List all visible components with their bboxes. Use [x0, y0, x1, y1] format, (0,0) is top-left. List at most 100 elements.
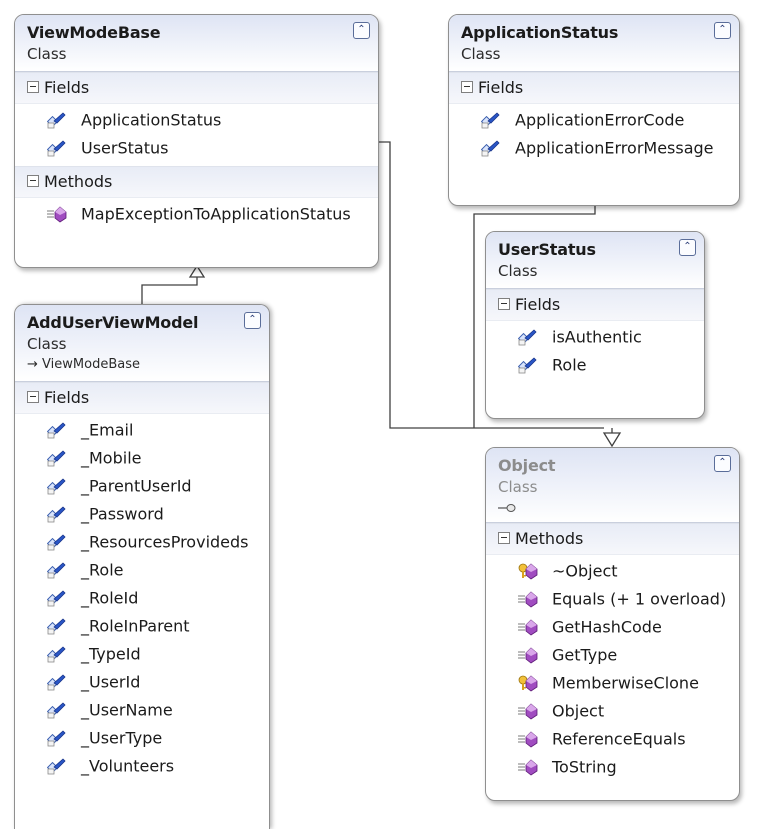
collapse-section-icon[interactable]: [27, 174, 39, 187]
member-name: MapExceptionToApplicationStatus: [81, 204, 351, 224]
section-header-fields[interactable]: Fields: [15, 382, 269, 414]
section-title: Fields: [515, 295, 561, 314]
member-item[interactable]: _Role: [15, 556, 269, 584]
collapse-button[interactable]: ⌃: [714, 455, 731, 472]
method-icon: [518, 729, 538, 747]
connector-adduser-inheritance: [141, 277, 198, 304]
member-item[interactable]: _ResourcesProvideds: [15, 528, 269, 556]
class-header: ApplicationStatus Class ⌃: [449, 15, 739, 72]
member-item[interactable]: _RoleId: [15, 584, 269, 612]
field-icon: [46, 448, 67, 466]
base-class-row: → ViewModeBase: [27, 355, 259, 375]
member-name: _Mobile: [81, 448, 142, 468]
member-item[interactable]: MapExceptionToApplicationStatus: [15, 200, 378, 228]
member-item[interactable]: GetHashCode: [486, 613, 739, 641]
member-item[interactable]: Equals (+ 1 overload): [486, 585, 739, 613]
collapse-section-icon[interactable]: [498, 531, 510, 544]
member-item[interactable]: Object: [486, 697, 739, 725]
member-list: ApplicationErrorCode ApplicationErrorMes…: [449, 104, 739, 166]
member-item[interactable]: _TypeId: [15, 640, 269, 668]
class-name: UserStatus: [498, 240, 596, 259]
method-icon: [47, 204, 67, 222]
member-item[interactable]: ApplicationErrorMessage: [449, 134, 739, 162]
field-icon: [46, 644, 67, 662]
member-name: Equals (+ 1 overload): [552, 589, 727, 609]
member-item[interactable]: UserStatus: [15, 134, 378, 162]
member-name: _TypeId: [81, 644, 141, 664]
member-item[interactable]: _UserId: [15, 668, 269, 696]
member-name: ApplicationErrorCode: [515, 110, 685, 130]
member-name: Role: [552, 355, 587, 375]
class-box-applicationstatus[interactable]: ApplicationStatus Class ⌃ Fields Applica…: [448, 14, 740, 206]
collapse-button[interactable]: ⌃: [679, 239, 696, 256]
class-box-object[interactable]: Object Class ⌃ Methods ~Object Equals (+ …: [485, 447, 740, 801]
collapse-button[interactable]: ⌃: [353, 22, 370, 39]
field-icon: [480, 110, 501, 128]
member-name: GetType: [552, 645, 618, 665]
member-list: isAuthentic Role: [486, 321, 704, 383]
member-item[interactable]: ToString: [486, 753, 739, 781]
section-header-methods[interactable]: Methods: [15, 166, 378, 198]
method-icon: [518, 757, 538, 775]
member-item[interactable]: ReferenceEquals: [486, 725, 739, 753]
member-item[interactable]: _RoleInParent: [15, 612, 269, 640]
member-item[interactable]: GetType: [486, 641, 739, 669]
field-icon: [46, 560, 67, 578]
member-name: _ResourcesProvideds: [81, 532, 249, 552]
method-icon: [518, 589, 538, 607]
class-header: ViewModeBase Class ⌃: [15, 15, 378, 72]
section-header-fields[interactable]: Fields: [449, 72, 739, 104]
field-icon: [517, 355, 538, 373]
protected-method-icon: [518, 673, 538, 691]
member-item[interactable]: _Email: [15, 416, 269, 444]
collapse-button[interactable]: ⌃: [244, 312, 261, 329]
member-item[interactable]: _UserType: [15, 724, 269, 752]
class-header: AddUserViewModel Class → ViewModeBase ⌃: [15, 305, 269, 382]
collapse-section-icon[interactable]: [461, 80, 473, 93]
member-name: isAuthentic: [552, 327, 642, 347]
class-name: ViewModeBase: [27, 23, 161, 42]
member-list: ApplicationStatus UserStatus: [15, 104, 378, 166]
class-box-viewmodebase[interactable]: ViewModeBase Class ⌃ Fields ApplicationS…: [14, 14, 379, 268]
member-name: ToString: [552, 757, 617, 777]
class-box-adduserviewmodel[interactable]: AddUserViewModel Class → ViewModeBase ⌃ …: [14, 304, 270, 829]
collapse-section-icon[interactable]: [498, 297, 510, 310]
field-icon: [46, 110, 67, 128]
collapse-section-icon[interactable]: [27, 80, 39, 93]
member-item[interactable]: ~Object: [486, 557, 739, 585]
member-item[interactable]: _ParentUserId: [15, 472, 269, 500]
member-item[interactable]: _Mobile: [15, 444, 269, 472]
field-icon: [46, 700, 67, 718]
section-header-methods[interactable]: Methods: [486, 523, 739, 555]
member-item[interactable]: ApplicationErrorCode: [449, 106, 739, 134]
member-name: _Email: [81, 420, 134, 440]
member-item[interactable]: _UserName: [15, 696, 269, 724]
class-box-userstatus[interactable]: UserStatus Class ⌃ Fields isAuthentic Ro…: [485, 231, 705, 419]
class-name: ApplicationStatus: [461, 23, 619, 42]
collapse-section-icon[interactable]: [27, 390, 39, 403]
field-icon: [46, 728, 67, 746]
section-header-fields[interactable]: Fields: [15, 72, 378, 104]
class-kind: Class: [461, 45, 501, 63]
inherits-arrow-icon: →: [27, 357, 38, 372]
class-name: Object: [498, 456, 556, 475]
field-icon: [480, 138, 501, 156]
member-item[interactable]: Role: [486, 351, 704, 379]
member-name: Object: [552, 701, 605, 721]
member-name: _RoleInParent: [81, 616, 190, 636]
class-kind: Class: [498, 262, 538, 280]
member-item[interactable]: _Volunteers: [15, 752, 269, 780]
class-header: Object Class ⌃: [486, 448, 739, 523]
member-item[interactable]: isAuthentic: [486, 323, 704, 351]
class-kind: Class: [498, 478, 538, 496]
member-name: _Password: [81, 504, 164, 524]
member-item[interactable]: _Password: [15, 500, 269, 528]
base-class-name: ViewModeBase: [42, 357, 140, 372]
section-header-fields[interactable]: Fields: [486, 289, 704, 321]
collapse-button[interactable]: ⌃: [714, 22, 731, 39]
member-item[interactable]: MemberwiseClone: [486, 669, 739, 697]
field-icon: [46, 504, 67, 522]
member-name: _Volunteers: [81, 756, 175, 776]
member-item[interactable]: ApplicationStatus: [15, 106, 378, 134]
field-icon: [46, 616, 67, 634]
